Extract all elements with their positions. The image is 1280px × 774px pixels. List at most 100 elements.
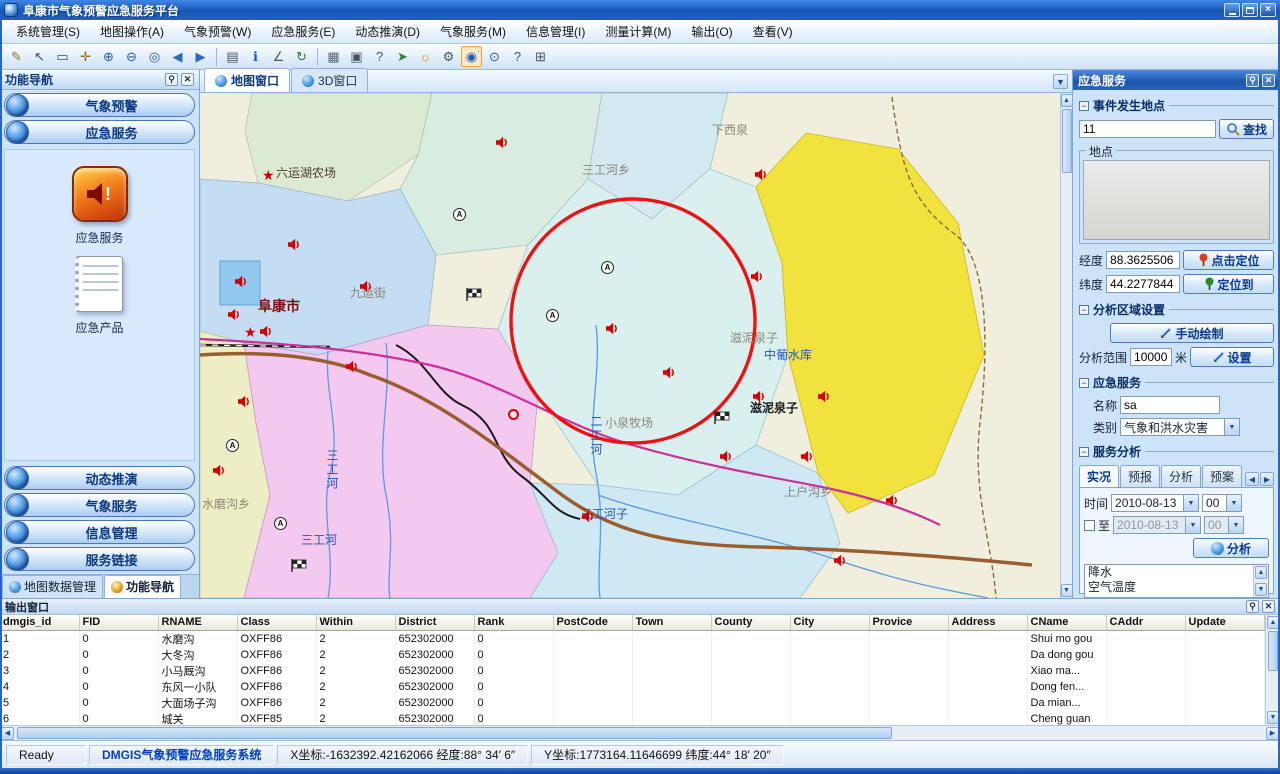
- full-extent-icon[interactable]: ◎: [144, 46, 165, 67]
- table-row[interactable]: 40东风一小队OXFF8626523020000Dong fen...: [0, 679, 1264, 695]
- tab-scroll-left-icon[interactable]: ◀: [1245, 472, 1259, 486]
- zoom-next-icon[interactable]: ▶: [190, 46, 211, 67]
- click-locate-button[interactable]: 点击定位: [1183, 250, 1274, 270]
- column-header[interactable]: PostCode: [553, 615, 632, 630]
- menu-item[interactable]: 动态推演(D): [345, 20, 430, 43]
- export-icon[interactable]: ⊞: [530, 46, 551, 67]
- speaker-marker[interactable]: [213, 464, 226, 482]
- column-header[interactable]: Rank: [474, 615, 553, 630]
- manual-draw-button[interactable]: 手动绘制: [1110, 323, 1274, 343]
- speaker-marker[interactable]: [663, 366, 676, 384]
- map-tab[interactable]: 地图窗口: [204, 68, 290, 92]
- speaker-marker[interactable]: [260, 325, 273, 343]
- menu-item[interactable]: 查看(V): [743, 20, 803, 43]
- speaker-marker[interactable]: [834, 554, 847, 572]
- station-marker[interactable]: A: [274, 517, 287, 530]
- start-hour-select[interactable]: 00 ▼: [1202, 494, 1242, 512]
- table-horizontal-scrollbar[interactable]: ◀ ▶: [0, 725, 1280, 740]
- column-header[interactable]: Address: [948, 615, 1027, 630]
- visibility-icon[interactable]: ⊙: [484, 46, 505, 67]
- chevron-down-icon[interactable]: ▼: [1224, 419, 1239, 435]
- station-marker[interactable]: A: [601, 261, 614, 274]
- incident-marker[interactable]: [508, 409, 519, 420]
- menu-item[interactable]: 测量计算(M): [595, 20, 681, 43]
- analysis-tab[interactable]: 预案: [1202, 465, 1242, 487]
- analyze-button[interactable]: 分析: [1193, 538, 1269, 558]
- map-tab[interactable]: 3D窗口: [291, 68, 368, 92]
- close-icon[interactable]: ✕: [181, 73, 194, 86]
- menu-item[interactable]: 应急服务(E): [261, 20, 345, 43]
- pan-icon[interactable]: ✛: [75, 46, 96, 67]
- speaker-marker[interactable]: [582, 510, 595, 528]
- close-icon[interactable]: ✕: [1262, 600, 1275, 613]
- table-row[interactable]: 10水磨沟OXFF8626523020000Shui mo gou: [0, 630, 1264, 647]
- menu-item[interactable]: 系统管理(S): [6, 20, 90, 43]
- column-header[interactable]: County: [711, 615, 790, 630]
- scroll-thumb[interactable]: [1268, 631, 1278, 671]
- menu-item[interactable]: 信息管理(I): [516, 20, 595, 43]
- speaker-marker[interactable]: [238, 395, 251, 413]
- location-search-input[interactable]: [1079, 120, 1216, 138]
- map-canvas[interactable]: 六运湖农场三工河乡下西泉九运街阜康市滋泥泉子中葡水库滋泥泉子小泉牧场上户沟乡三工…: [200, 93, 1060, 598]
- scroll-up-icon[interactable]: ▲: [1061, 94, 1073, 107]
- print-icon[interactable]: ▣: [346, 46, 367, 67]
- speaker-marker[interactable]: [801, 450, 814, 468]
- star-marker[interactable]: ★: [262, 169, 275, 181]
- scroll-left-icon[interactable]: ◀: [1, 727, 14, 740]
- chevron-down-icon[interactable]: ▼: [1226, 495, 1241, 511]
- shortcut-emergency-product[interactable]: 应急产品: [75, 256, 123, 336]
- end-time-checkbox[interactable]: [1084, 520, 1095, 531]
- table-row[interactable]: 60城关OXFF8526523020000Cheng guan: [0, 711, 1264, 726]
- tab-function-navigation[interactable]: 功能导航: [104, 575, 181, 598]
- station-marker[interactable]: A: [546, 309, 559, 322]
- table-row[interactable]: 50大面场子沟OXFF8626523020000Da mian...: [0, 695, 1264, 711]
- scroll-up-icon[interactable]: ▲: [1255, 566, 1267, 579]
- zoom-previous-icon[interactable]: ◀: [167, 46, 188, 67]
- close-button[interactable]: ×: [1260, 3, 1276, 17]
- speaker-marker[interactable]: [235, 275, 248, 293]
- flag-marker[interactable]: [714, 411, 731, 429]
- menu-item[interactable]: 气象服务(M): [430, 20, 516, 43]
- minimize-button[interactable]: [1224, 3, 1240, 17]
- column-header[interactable]: dmgis_id: [0, 615, 79, 630]
- speaker-marker[interactable]: [818, 390, 831, 408]
- column-header[interactable]: Class: [237, 615, 316, 630]
- map-vertical-scrollbar[interactable]: ▲ ▼: [1060, 93, 1072, 598]
- station-marker[interactable]: A: [226, 439, 239, 452]
- speaker-marker[interactable]: [751, 270, 764, 288]
- speaker-marker[interactable]: [288, 238, 301, 256]
- collapse-icon[interactable]: −: [1079, 305, 1089, 315]
- analysis-tab[interactable]: 实况: [1079, 465, 1119, 487]
- settings-icon[interactable]: ⚙: [438, 46, 459, 67]
- service-type-select[interactable]: 气象和洪水灾害 ▼: [1120, 418, 1240, 436]
- emergency-service-icon[interactable]: ◉: [461, 46, 482, 67]
- nav-group-button[interactable]: 气象服务: [4, 493, 195, 517]
- flag-marker[interactable]: [291, 559, 308, 577]
- pencil-icon[interactable]: ✎: [6, 46, 27, 67]
- select-features-icon[interactable]: ↖: [29, 46, 50, 67]
- speaker-marker[interactable]: [753, 390, 766, 408]
- nav-group-button[interactable]: 信息管理: [4, 520, 195, 544]
- start-date-select[interactable]: 2010-08-13 ▼: [1111, 494, 1199, 512]
- speaker-marker[interactable]: [360, 280, 373, 298]
- speaker-marker[interactable]: [346, 360, 359, 378]
- service-name-input[interactable]: [1120, 396, 1220, 414]
- chevron-down-icon[interactable]: ▼: [1183, 495, 1198, 511]
- table-row[interactable]: 20大冬沟OXFF8626523020000Da dong gou: [0, 647, 1264, 663]
- pin-icon[interactable]: ⚲: [1246, 600, 1259, 613]
- speaker-marker[interactable]: [606, 322, 619, 340]
- scroll-thumb[interactable]: [17, 727, 892, 739]
- column-header[interactable]: District: [395, 615, 474, 630]
- column-header[interactable]: Provice: [869, 615, 948, 630]
- hotlink-icon[interactable]: ☼: [415, 46, 436, 67]
- shortcut-emergency-service[interactable]: ! 应急服务: [72, 166, 128, 246]
- nav-group-button[interactable]: 动态推演: [4, 466, 195, 490]
- range-set-button[interactable]: 设置: [1190, 347, 1274, 367]
- pin-icon[interactable]: ⚲: [1246, 74, 1259, 87]
- speaker-marker[interactable]: [720, 450, 733, 468]
- pointer-icon[interactable]: ➤: [392, 46, 413, 67]
- pin-icon[interactable]: ⚲: [165, 73, 178, 86]
- table-row[interactable]: 30小马厩沟OXFF8626523020000Xiao ma...: [0, 663, 1264, 679]
- analysis-range-input[interactable]: [1130, 348, 1172, 366]
- column-header[interactable]: CAddr: [1106, 615, 1185, 630]
